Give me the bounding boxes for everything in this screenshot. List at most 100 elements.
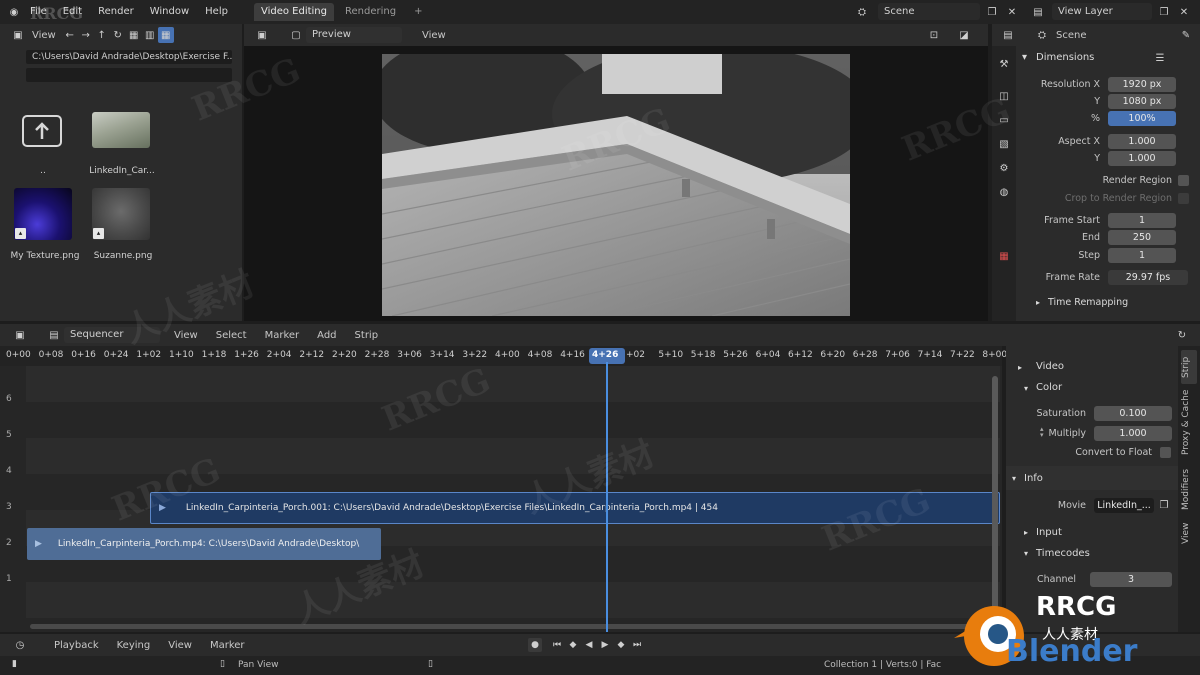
copy-layer-icon[interactable]: ❐ [1156, 4, 1172, 20]
timeline-view-menu[interactable]: View [162, 640, 198, 651]
tab-strip[interactable]: Strip [1181, 350, 1197, 384]
prev-keyframe-icon[interactable]: ◆ [566, 638, 580, 652]
frame-start-field[interactable]: 1 [1108, 213, 1176, 228]
strip-handle-icon[interactable]: ▶ [159, 503, 166, 513]
back-arrow-icon[interactable]: ← [62, 27, 78, 43]
timeline-marker-menu[interactable]: Marker [204, 640, 251, 651]
copy-scene-icon[interactable]: ❐ [984, 4, 1000, 20]
blender-logo-icon[interactable]: ◉ [6, 4, 22, 20]
delete-layer-icon[interactable]: ✕ [1176, 4, 1192, 20]
view-layer-field[interactable]: View Layer [1052, 3, 1152, 20]
path-field[interactable]: C:\Users\David Andrade\Desktop\Exercise … [26, 50, 232, 64]
collapse-chevron-icon[interactable]: ▾ [1012, 474, 1016, 483]
resolution-y-field[interactable]: 1080 px [1108, 94, 1176, 109]
resolution-percent-slider[interactable]: 100% [1108, 111, 1176, 126]
record-icon[interactable]: ● [528, 638, 542, 652]
tab-modifiers[interactable]: Modifiers [1181, 464, 1197, 514]
collapse-chevron-icon[interactable]: ▸ [1024, 528, 1028, 537]
file-item-video[interactable] [92, 112, 150, 148]
view-layer-tab-icon[interactable]: ▧ [996, 136, 1012, 152]
saturation-field[interactable]: 0.100 [1094, 406, 1172, 421]
file-browse-icon[interactable]: ❐ [1156, 497, 1172, 513]
add-workspace-button[interactable]: + [407, 3, 429, 21]
refresh-icon[interactable]: ↻ [110, 27, 126, 43]
seq-menu-view[interactable]: View [168, 330, 204, 341]
time-remapping-header[interactable]: Time Remapping [1048, 297, 1128, 308]
render-tab-icon[interactable]: ◫ [996, 88, 1012, 104]
sequencer-icon[interactable]: ▣ [254, 27, 270, 43]
collapse-chevron-icon[interactable]: ▾ [1022, 52, 1027, 63]
color-section[interactable]: Color [1036, 382, 1062, 393]
horizontal-scrollbar[interactable] [30, 624, 990, 629]
overlay-icon[interactable]: ◪ [956, 27, 972, 43]
properties-type-icon[interactable]: ▤ [1000, 27, 1016, 43]
menu-render[interactable]: Render [90, 0, 142, 24]
collapse-chevron-icon[interactable]: ▸ [1018, 363, 1022, 372]
input-section[interactable]: Input [1036, 527, 1062, 538]
output-tab-icon[interactable]: ▭ [996, 112, 1012, 128]
editor-type-icon[interactable]: ▣ [10, 27, 26, 43]
gizmo-icon[interactable]: ⊡ [926, 27, 942, 43]
tab-view[interactable]: View [1181, 518, 1197, 548]
timeline-ruler[interactable]: 4+26 0+00 0+08 0+16 0+24 1+02 1+10 1+18 1+26 2+0… [0, 346, 1007, 366]
jump-end-icon[interactable]: ⏭ [630, 638, 644, 652]
dimensions-header[interactable]: Dimensions [1036, 52, 1094, 63]
multiply-field[interactable]: 1.000 [1094, 426, 1172, 441]
file-view-menu[interactable]: View [26, 30, 62, 41]
aspect-y-field[interactable]: 1.000 [1108, 151, 1176, 166]
seq-menu-add[interactable]: Add [311, 330, 342, 341]
display-mode-icon[interactable]: ▥ [142, 27, 158, 43]
sequencer-mode-dropdown[interactable]: Sequencer [64, 327, 160, 343]
menu-help[interactable]: Help [197, 0, 236, 24]
delete-scene-icon[interactable]: ✕ [1004, 4, 1020, 20]
preview-mode-dropdown[interactable]: Preview [306, 27, 402, 43]
scene-icon[interactable]: ⛭ [854, 4, 870, 20]
editor-type-icon[interactable]: ▣ [12, 327, 28, 343]
frame-step-field[interactable]: 1 [1108, 248, 1176, 263]
preview-view-menu[interactable]: View [416, 30, 452, 41]
next-keyframe-icon[interactable]: ◆ [614, 638, 628, 652]
frame-rate-dropdown[interactable]: 29.97 fps [1108, 270, 1188, 285]
timecodes-section[interactable]: Timecodes [1036, 548, 1090, 559]
convert-float-checkbox[interactable] [1160, 447, 1171, 458]
presets-list-icon[interactable]: ☰ [1152, 50, 1168, 66]
seq-menu-strip[interactable]: Strip [349, 330, 385, 341]
scene-tab-icon[interactable]: ⚙ [996, 160, 1012, 176]
texture-tab-icon[interactable]: ▦ [996, 248, 1012, 264]
tab-video-editing[interactable]: Video Editing [253, 3, 334, 21]
scene-field[interactable]: Scene [878, 3, 980, 20]
world-tab-icon[interactable]: ◍ [996, 184, 1012, 200]
video-section[interactable]: Video [1036, 361, 1064, 372]
collapse-chevron-icon[interactable]: ▾ [1024, 549, 1028, 558]
preview-mode-icon[interactable]: ▢ [288, 27, 304, 43]
parent-dir-icon[interactable]: ↑ [94, 27, 110, 43]
sequencer-mode-icon[interactable]: ▤ [46, 327, 62, 343]
new-folder-icon[interactable]: ▦ [126, 27, 142, 43]
menu-window[interactable]: Window [142, 0, 197, 24]
file-item-parent[interactable] [14, 106, 72, 158]
resolution-x-field[interactable]: 1920 px [1108, 77, 1176, 92]
play-icon[interactable]: ▶ [598, 638, 612, 652]
movie-strip-lower[interactable]: ▶ LinkedIn_Carpinteria_Porch.mp4: C:\Use… [27, 528, 381, 560]
playback-menu[interactable]: Playback [48, 640, 105, 651]
frame-end-field[interactable]: 250 [1108, 230, 1176, 245]
seq-menu-select[interactable]: Select [210, 330, 253, 341]
movie-strip-upper[interactable]: ▶ LinkedIn_Carpinteria_Porch.001: C:\Use… [150, 492, 1000, 524]
refresh-icon[interactable]: ↻ [1174, 327, 1190, 343]
collapse-chevron-icon[interactable]: ▸ [1036, 298, 1040, 307]
collapse-chevron-icon[interactable]: ▾ [1024, 384, 1028, 393]
keying-menu[interactable]: Keying [111, 640, 157, 651]
pin-icon[interactable]: ✎ [1178, 27, 1194, 43]
play-reverse-icon[interactable]: ◀ [582, 638, 596, 652]
file-item-suzanne[interactable]: ▴ [92, 188, 150, 240]
view-layer-icon[interactable]: ▤ [1030, 4, 1046, 20]
forward-arrow-icon[interactable]: → [78, 27, 94, 43]
sequencer-tracks[interactable]: 6 5 4 3 2 1 ▶ LinkedIn_Carpinteria_Porch… [0, 366, 1002, 632]
tool-tab-icon[interactable]: ⚒ [996, 56, 1012, 72]
filename-field[interactable] [26, 68, 232, 82]
aspect-x-field[interactable]: 1.000 [1108, 134, 1176, 149]
seq-menu-marker[interactable]: Marker [259, 330, 306, 341]
info-section[interactable]: Info [1024, 473, 1043, 484]
strip-handle-icon[interactable]: ▶ [35, 539, 42, 549]
file-item-texture[interactable]: ▴ [14, 188, 72, 240]
